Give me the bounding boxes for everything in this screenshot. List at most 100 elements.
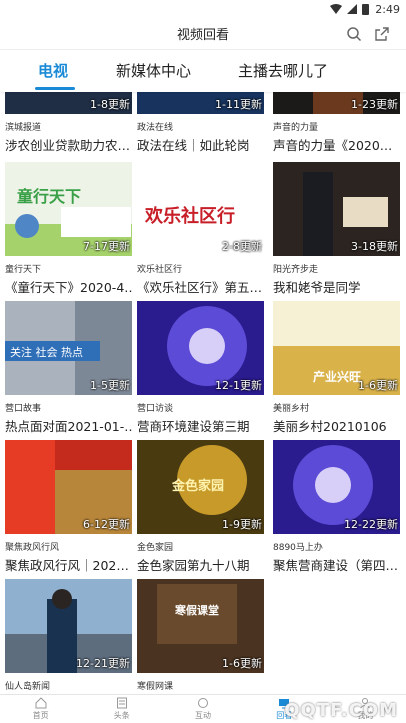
tab-tv[interactable]: 电视 bbox=[38, 60, 68, 81]
thumb-text: 金色家园 bbox=[171, 478, 224, 494]
update-badge: 12-1更新 bbox=[215, 379, 262, 392]
status-time: 2:49 bbox=[375, 2, 400, 16]
video-card[interactable]: 金色家园 1-9更新 金色家园 金色家园第九十八期 bbox=[137, 440, 264, 574]
video-card[interactable]: 1-23更新 声音的力量 声音的力量《2020… bbox=[273, 92, 400, 154]
update-badge: 1-11更新 bbox=[215, 98, 262, 111]
update-badge: 6-12更新 bbox=[83, 518, 130, 531]
update-badge: 1-6更新 bbox=[358, 379, 398, 392]
video-thumbnail: 产业兴旺 1-6更新 bbox=[273, 301, 400, 395]
video-title: 美丽乡村20210106 bbox=[273, 419, 387, 434]
video-thumbnail: 3-18更新 bbox=[273, 162, 400, 256]
video-thumbnail: 金色家园 1-9更新 bbox=[137, 440, 264, 534]
title-bar: 视频回看 bbox=[0, 18, 406, 50]
share-icon[interactable] bbox=[372, 24, 392, 44]
video-thumbnail: 寒假课堂 1-6更新 bbox=[137, 579, 264, 673]
video-category: 阳光齐步走 bbox=[273, 265, 319, 275]
video-title: 营商环境建设第三期 bbox=[137, 419, 250, 434]
thumb-text: 关注 社会 热点 bbox=[10, 345, 83, 359]
video-category: 美丽乡村 bbox=[273, 404, 310, 414]
page-title: 视频回看 bbox=[176, 28, 229, 43]
video-thumbnail: 6-12更新 bbox=[5, 440, 132, 534]
bottom-navigation: 首页 头条 互动 回看 我的 QQTF.COM bbox=[0, 694, 406, 723]
tab-new-media-center[interactable]: 新媒体中心 bbox=[116, 60, 191, 81]
video-category: 金色家园 bbox=[137, 543, 174, 553]
video-category: 政法在线 bbox=[137, 123, 174, 133]
video-title: 声音的力量《2020… bbox=[273, 138, 393, 153]
update-badge: 12-21更新 bbox=[76, 657, 130, 670]
video-title: 《欢乐社区行》第五… bbox=[137, 280, 263, 295]
update-badge: 1-9更新 bbox=[222, 518, 262, 531]
video-thumbnail: 童行天下 7-17更新 bbox=[5, 162, 132, 256]
video-category: 寒假网课 bbox=[137, 682, 174, 692]
nav-label: 头条 bbox=[113, 711, 130, 720]
cell-signal-icon bbox=[347, 4, 358, 14]
nav-label: 互动 bbox=[195, 711, 211, 720]
video-title: 我和姥爷是同学 bbox=[273, 280, 361, 295]
video-category: 声音的力量 bbox=[273, 123, 319, 133]
video-title: 政法在线｜如此轮岗 bbox=[137, 138, 250, 153]
video-title: 《童行天下》2020-4… bbox=[5, 280, 132, 295]
video-thumbnail: 1-23更新 bbox=[273, 92, 400, 114]
update-badge: 7-17更新 bbox=[83, 240, 130, 253]
video-card[interactable]: 寒假课堂 1-6更新 寒假网课 bbox=[137, 579, 264, 692]
update-badge: 1-6更新 bbox=[222, 657, 262, 670]
video-thumbnail: 1-11更新 bbox=[137, 92, 264, 114]
video-category: 聚焦政风行风 bbox=[5, 543, 60, 553]
video-title: 热点面对面2021-01-… bbox=[5, 419, 132, 434]
video-thumbnail: 欢乐社区行 2-8更新 bbox=[137, 162, 264, 256]
video-card[interactable]: 3-18更新 阳光齐步走 我和姥爷是同学 bbox=[273, 162, 400, 296]
video-thumbnail: 1-8更新 bbox=[5, 92, 132, 114]
update-badge: 1-8更新 bbox=[90, 98, 130, 111]
interact-icon bbox=[198, 698, 208, 708]
nav-headlines[interactable]: 头条 bbox=[81, 695, 162, 723]
video-title: 聚焦营商建设（第四… bbox=[273, 558, 399, 573]
tab-where-is-the-anchor[interactable]: 主播去哪儿了 bbox=[238, 60, 328, 81]
news-icon bbox=[116, 697, 127, 709]
video-category: 8890马上办 bbox=[273, 543, 323, 553]
nav-interact[interactable]: 互动 bbox=[162, 695, 243, 723]
thumb-text: 寒假课堂 bbox=[174, 603, 219, 617]
nav-label: 首页 bbox=[32, 711, 49, 720]
video-card[interactable]: 产业兴旺 1-6更新 美丽乡村 美丽乡村20210106 bbox=[273, 301, 400, 435]
video-card[interactable]: 12-21更新 仙人岛新闻 bbox=[5, 579, 132, 692]
status-bar: 2:49 bbox=[0, 0, 406, 18]
thumb-text: 童行天下 bbox=[17, 187, 81, 206]
video-card[interactable]: 1-11更新 政法在线 政法在线｜如此轮岗 bbox=[137, 92, 264, 154]
video-card[interactable]: 童行天下 7-17更新 童行天下 《童行天下》2020-4… bbox=[5, 162, 132, 296]
update-badge: 1-23更新 bbox=[351, 98, 398, 111]
video-card[interactable]: 12-1更新 营口访谈 营商环境建设第三期 bbox=[137, 301, 264, 435]
video-title: 金色家园第九十八期 bbox=[137, 558, 250, 573]
category-tabs: 电视 新媒体中心 主播去哪儿了 bbox=[0, 50, 406, 92]
battery-icon bbox=[362, 3, 370, 15]
thumb-text: 产业兴旺 bbox=[313, 369, 361, 384]
video-thumbnail: 12-21更新 bbox=[5, 579, 132, 673]
video-category: 欢乐社区行 bbox=[137, 265, 183, 275]
watermark: QQTF.COM bbox=[284, 700, 398, 721]
video-title: 涉农创业贷款助力农… bbox=[5, 138, 131, 153]
video-card[interactable]: 6-12更新 聚焦政风行风 聚焦政风行风｜202… bbox=[5, 440, 132, 574]
search-icon[interactable] bbox=[344, 24, 364, 44]
video-category: 童行天下 bbox=[5, 265, 42, 275]
update-badge: 3-18更新 bbox=[351, 240, 398, 253]
video-card[interactable]: 欢乐社区行 2-8更新 欢乐社区行 《欢乐社区行》第五… bbox=[137, 162, 264, 296]
update-badge: 2-8更新 bbox=[222, 240, 262, 253]
video-card[interactable]: 12-22更新 8890马上办 聚焦营商建设（第四… bbox=[273, 440, 400, 574]
status-icons bbox=[330, 3, 370, 15]
wifi-icon bbox=[330, 4, 343, 14]
video-category: 营口访谈 bbox=[137, 404, 174, 414]
video-grid: 1-8更新 滨城报道 涉农创业贷款助力农… 1-11更新 政法在线 政法在线｜如… bbox=[0, 92, 406, 694]
video-category: 仙人岛新闻 bbox=[5, 682, 51, 692]
video-card[interactable]: 关注 社会 热点 1-5更新 营口故事 热点面对面2021-01-… bbox=[5, 301, 132, 435]
active-tab-indicator bbox=[35, 87, 75, 90]
video-category: 滨城报道 bbox=[5, 123, 42, 133]
video-thumbnail: 关注 社会 热点 1-5更新 bbox=[5, 301, 132, 395]
video-thumbnail: 12-22更新 bbox=[273, 440, 400, 534]
home-icon bbox=[35, 697, 47, 709]
update-badge: 1-5更新 bbox=[90, 379, 130, 392]
video-title: 聚焦政风行风｜202… bbox=[5, 558, 129, 573]
video-category: 营口故事 bbox=[5, 404, 42, 414]
video-card[interactable]: 1-8更新 滨城报道 涉农创业贷款助力农… bbox=[5, 92, 132, 154]
nav-home[interactable]: 首页 bbox=[0, 695, 81, 723]
update-badge: 12-22更新 bbox=[344, 518, 398, 531]
thumb-text: 欢乐社区行 bbox=[144, 205, 235, 227]
